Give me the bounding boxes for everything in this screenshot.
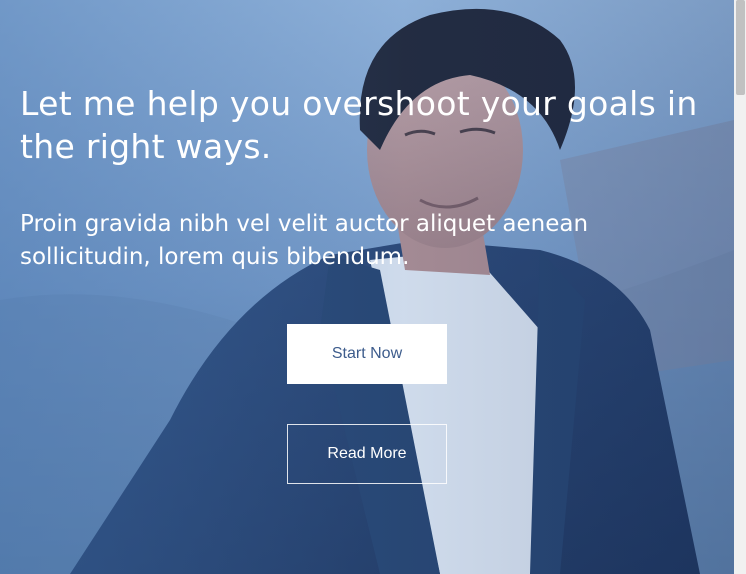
hero-headline: Let me help you overshoot your goals in … xyxy=(20,84,698,166)
read-more-button[interactable]: Read More xyxy=(287,424,447,484)
hero-subtext: Proin gravida nibh vel velit auctor aliq… xyxy=(20,211,589,270)
scrollbar-thumb[interactable] xyxy=(736,0,745,95)
hero-section: Let me help you overshoot your goals in … xyxy=(0,0,734,574)
start-now-button[interactable]: Start Now xyxy=(287,324,447,384)
